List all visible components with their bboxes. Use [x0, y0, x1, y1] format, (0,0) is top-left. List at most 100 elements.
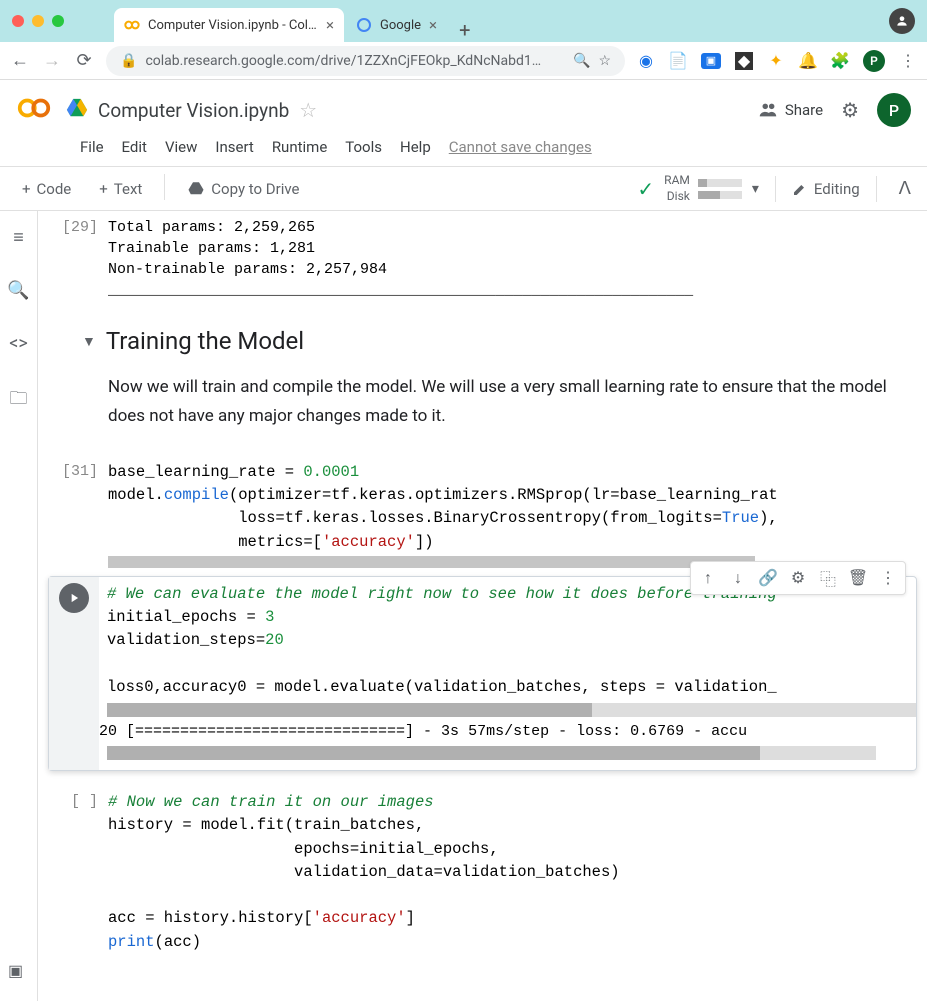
- files-icon[interactable]: 🗀: [10, 386, 28, 416]
- forward-button[interactable]: →: [42, 50, 62, 71]
- colab-logo[interactable]: [16, 90, 52, 130]
- pencil-icon: [792, 181, 808, 197]
- tab-close-icon[interactable]: ×: [429, 16, 437, 34]
- browser-tab[interactable]: Google ×: [346, 8, 447, 42]
- separator: [876, 176, 877, 202]
- window-controls: [12, 15, 64, 27]
- disk-bar: [698, 191, 742, 199]
- menu-insert[interactable]: Insert: [215, 138, 253, 156]
- cell-output: 20/20 [==============================] -…: [99, 721, 916, 742]
- document-title[interactable]: Computer Vision.ipynb: [98, 99, 289, 122]
- add-text-button[interactable]: +Text: [87, 174, 154, 204]
- code-content[interactable]: # We can evaluate the model right now to…: [107, 583, 916, 699]
- menu-file[interactable]: File: [80, 138, 104, 156]
- code-snippets-icon[interactable]: <>: [9, 333, 28, 354]
- ram-label: RAM: [664, 173, 690, 189]
- section-header[interactable]: ▼ Training the Model: [82, 327, 917, 355]
- menubar: File Edit View Insert Runtime Tools Help…: [0, 130, 927, 166]
- copy-to-drive-button[interactable]: Copy to Drive: [175, 174, 311, 204]
- section-title: Training the Model: [106, 327, 304, 355]
- save-hint[interactable]: Cannot save changes: [449, 138, 592, 156]
- menu-edit[interactable]: Edit: [122, 138, 147, 156]
- connected-check-icon: ✓: [637, 177, 654, 201]
- menu-icon[interactable]: ⋮: [899, 52, 917, 70]
- mirror-button[interactable]: ⿻: [813, 564, 843, 592]
- maximize-window-button[interactable]: [52, 15, 64, 27]
- share-button[interactable]: Share: [757, 99, 823, 121]
- star-icon[interactable]: ☆: [299, 98, 317, 122]
- menu-runtime[interactable]: Runtime: [272, 138, 327, 156]
- tab-close-icon[interactable]: ×: [326, 16, 334, 34]
- plus-icon: +: [99, 180, 108, 198]
- reload-button[interactable]: ⟳: [74, 50, 94, 71]
- add-code-button[interactable]: +Code: [10, 174, 83, 204]
- extensions-icon[interactable]: 🧩: [831, 52, 849, 70]
- cell-number: [ ]: [48, 791, 108, 954]
- move-up-button[interactable]: ↑: [693, 564, 723, 592]
- extension-icon[interactable]: ◉: [637, 52, 655, 70]
- menu-view[interactable]: View: [165, 138, 197, 156]
- tab-title: Google: [380, 18, 421, 33]
- move-down-button[interactable]: ↓: [723, 564, 753, 592]
- extension-icon[interactable]: ✦: [767, 52, 785, 70]
- code-content[interactable]: # Now we can train it on our images hist…: [108, 791, 917, 954]
- browser-profile-button[interactable]: [889, 8, 915, 34]
- toc-icon[interactable]: ≡: [13, 227, 24, 248]
- code-content[interactable]: base_learning_rate = 0.0001 model.compil…: [108, 461, 917, 554]
- cell-toolbar: ↑ ↓ 🔗 ⚙ ⿻ 🗑 ⋮: [690, 561, 906, 595]
- url-text: colab.research.google.com/drive/1ZZXnCjF…: [145, 53, 565, 69]
- star-icon[interactable]: ☆: [598, 53, 611, 69]
- code-cell[interactable]: [ ] # Now we can train it on our images …: [48, 791, 917, 954]
- colab-header: Computer Vision.ipynb ☆ Share ⚙ P: [0, 80, 927, 130]
- runtime-dropdown[interactable]: ▾: [752, 181, 759, 197]
- more-button[interactable]: ⋮: [873, 564, 903, 592]
- profile-avatar[interactable]: P: [863, 50, 885, 72]
- left-sidebar: ≡ 🔍 <> 🗀: [0, 211, 38, 1001]
- separator: [164, 174, 165, 200]
- zoom-icon[interactable]: 🔍: [573, 53, 590, 69]
- resource-indicator[interactable]: RAM Disk: [664, 173, 742, 204]
- browser-titlebar: Computer Vision.ipynb - Colab × Google ×…: [0, 0, 927, 42]
- notebook-content[interactable]: [29] Total params: 2,259,265 Trainable p…: [38, 211, 927, 1001]
- settings-icon[interactable]: ⚙: [841, 98, 859, 122]
- tab-title: Computer Vision.ipynb - Colab: [148, 18, 318, 33]
- separator: [775, 176, 776, 202]
- horizontal-scrollbar[interactable]: [107, 746, 876, 760]
- ram-bar: [698, 179, 742, 187]
- disk-label: Disk: [667, 189, 690, 205]
- code-cell-active[interactable]: ↑ ↓ 🔗 ⚙ ⿻ 🗑 ⋮ # We can evaluate the mode…: [48, 576, 917, 771]
- horizontal-scrollbar[interactable]: [107, 703, 916, 717]
- address-bar[interactable]: 🔒 colab.research.google.com/drive/1ZZXnC…: [106, 46, 625, 76]
- menu-tools[interactable]: Tools: [345, 138, 382, 156]
- new-tab-button[interactable]: +: [449, 18, 480, 42]
- back-button[interactable]: ←: [10, 50, 30, 71]
- browser-toolbar: ← → ⟳ 🔒 colab.research.google.com/drive/…: [0, 42, 927, 80]
- terminal-icon[interactable]: ▣: [8, 961, 23, 980]
- code-cell[interactable]: [31] base_learning_rate = 0.0001 model.c…: [48, 461, 917, 568]
- play-icon: [67, 591, 81, 605]
- extension-icons: ◉ 📄 ▣ ◆ ✦ 🔔 🧩 P ⋮: [637, 50, 917, 72]
- minimize-window-button[interactable]: [32, 15, 44, 27]
- cell-number: [31]: [48, 461, 108, 568]
- link-button[interactable]: 🔗: [753, 564, 783, 592]
- cell-number: [29]: [48, 217, 108, 301]
- close-window-button[interactable]: [12, 15, 24, 27]
- cell-settings-button[interactable]: ⚙: [783, 564, 813, 592]
- menu-help[interactable]: Help: [400, 138, 431, 156]
- collapse-header-button[interactable]: ᐱ: [893, 178, 917, 199]
- editing-mode-button[interactable]: Editing: [792, 180, 860, 198]
- search-icon[interactable]: 🔍: [7, 280, 29, 301]
- horizontal-scrollbar[interactable]: [108, 556, 755, 568]
- extension-icon[interactable]: ▣: [701, 53, 721, 69]
- delete-button[interactable]: 🗑: [843, 564, 873, 592]
- extension-icon[interactable]: ◆: [735, 52, 753, 70]
- collapse-arrow-icon[interactable]: ▼: [82, 333, 96, 350]
- share-label: Share: [785, 101, 823, 119]
- browser-tab-active[interactable]: Computer Vision.ipynb - Colab ×: [114, 8, 344, 42]
- user-avatar[interactable]: P: [877, 93, 911, 127]
- drive-icon: [187, 180, 205, 198]
- browser-tabs: Computer Vision.ipynb - Colab × Google ×…: [114, 0, 889, 42]
- run-cell-button[interactable]: [59, 583, 89, 613]
- notifications-icon[interactable]: 🔔: [799, 52, 817, 70]
- extension-icon[interactable]: 📄: [669, 52, 687, 70]
